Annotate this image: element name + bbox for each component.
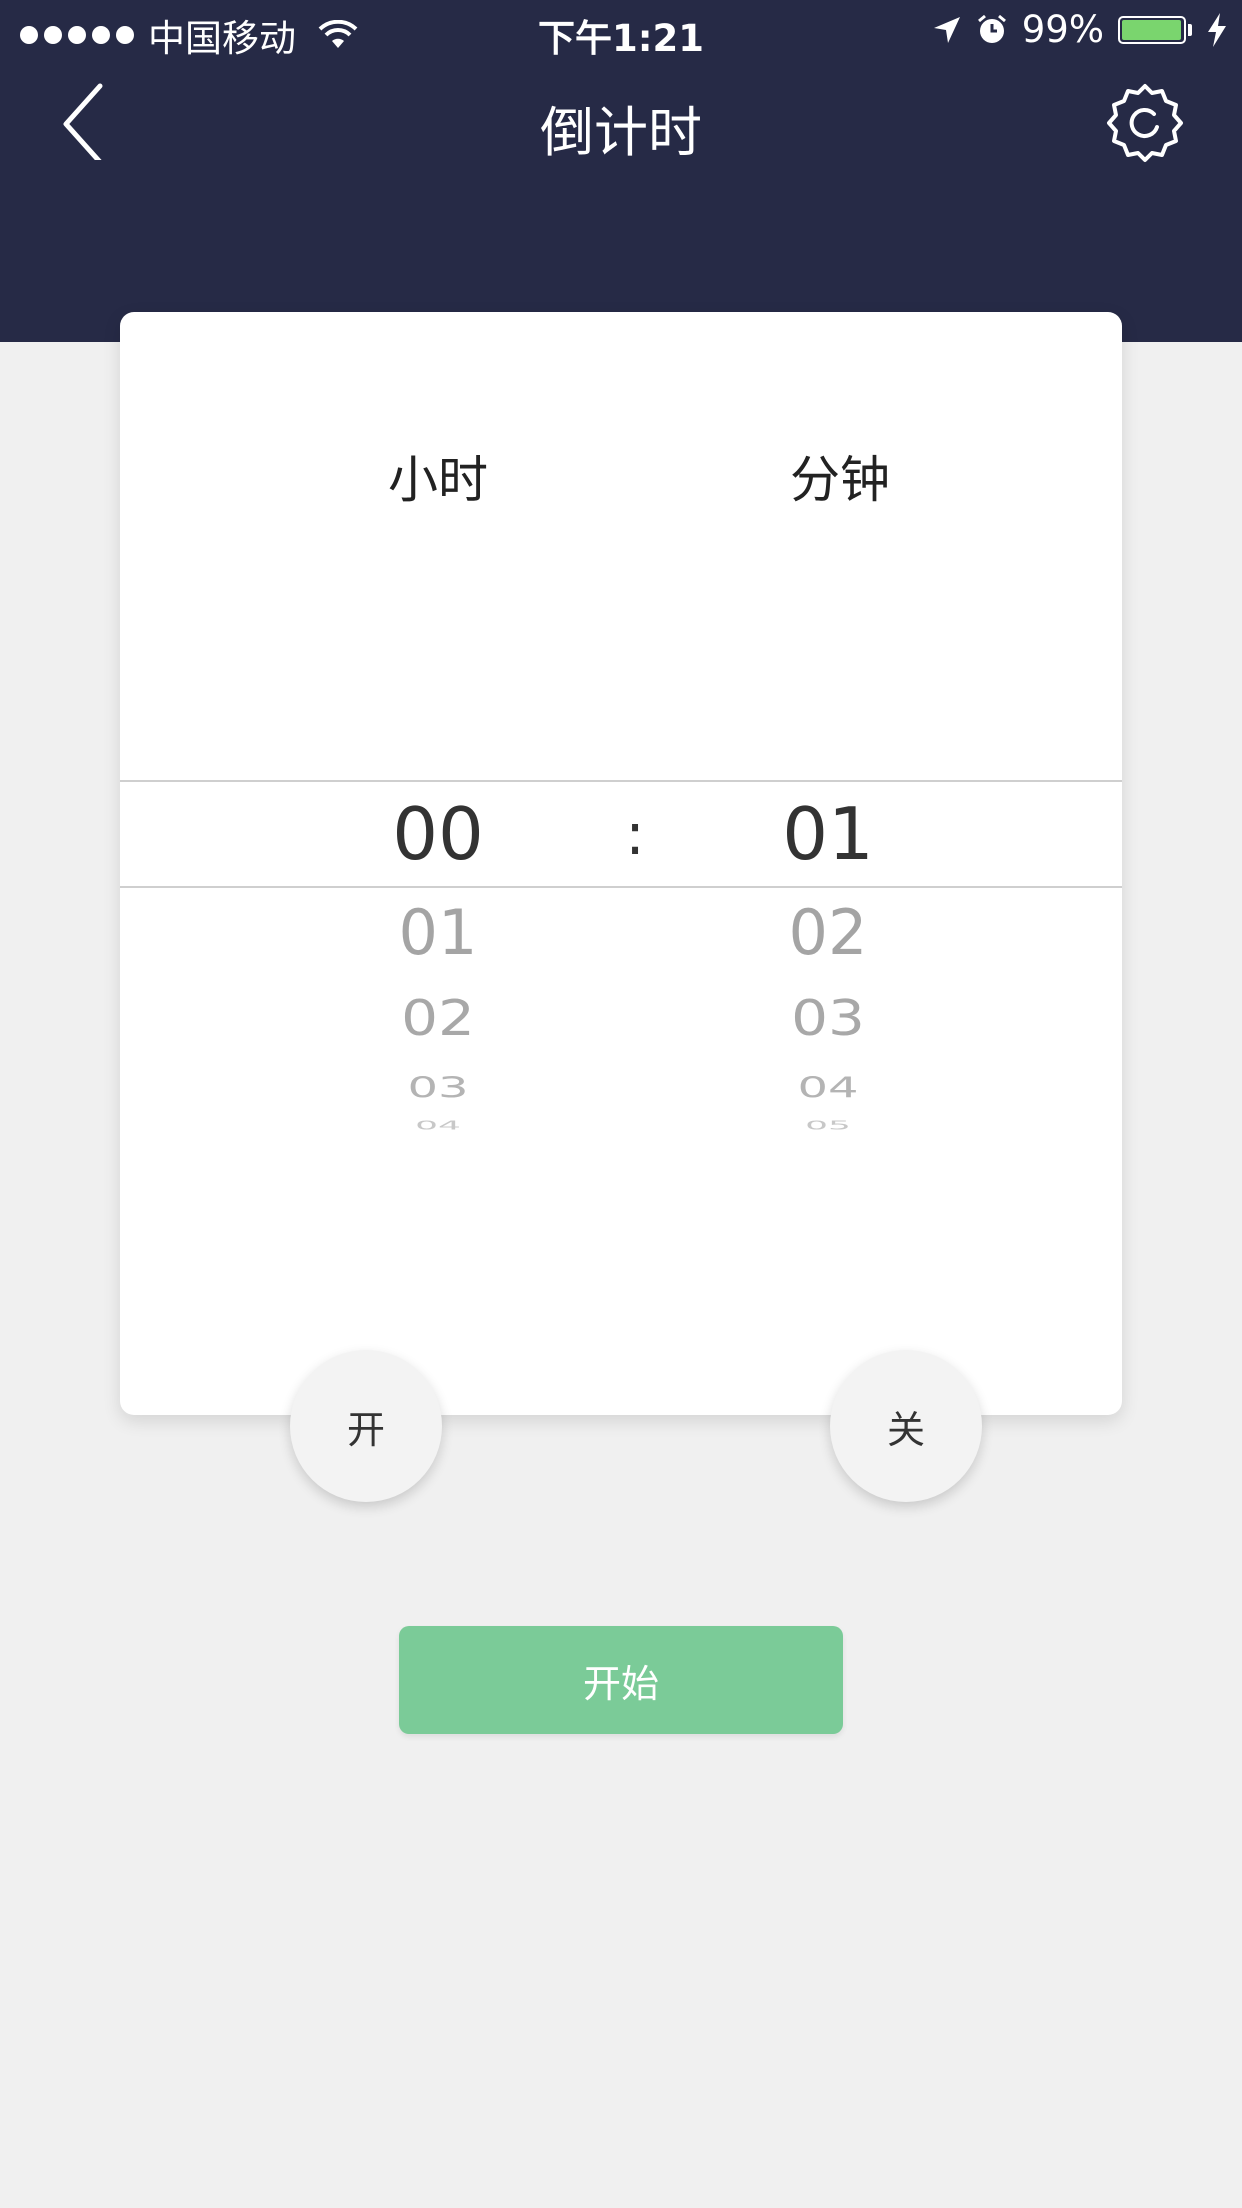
page-title: 倒计时 [540, 101, 702, 164]
battery-level-fill [1122, 19, 1182, 40]
on-button-label: 开 [346, 1407, 385, 1452]
location-arrow-icon [933, 16, 960, 43]
on-button[interactable]: 开 [290, 1350, 442, 1502]
battery-tip [1188, 23, 1192, 36]
off-button-label: 关 [886, 1407, 925, 1452]
battery-icon [1118, 15, 1186, 44]
minutes-option[interactable]: 05 [708, 1118, 948, 1132]
status-right: 99% [932, 8, 1228, 51]
alarm-icon [977, 14, 1006, 43]
hours-label: 小时 [388, 451, 488, 509]
minutes-option[interactable]: 04 [708, 1071, 948, 1105]
hours-selected-value[interactable]: 00 [318, 792, 558, 876]
hours-option[interactable]: 04 [318, 1118, 558, 1132]
start-button[interactable]: 开始 [399, 1626, 843, 1734]
time-separator: : [625, 800, 645, 868]
hours-option[interactable]: 01 [318, 896, 558, 969]
minutes-label: 分钟 [790, 451, 890, 509]
hours-option[interactable]: 02 [318, 989, 558, 1047]
minutes-option[interactable]: 02 [708, 896, 948, 969]
battery-percent: 99% [1021, 8, 1104, 51]
status-bar: 中国移动 下午1:21 99% [0, 0, 1242, 62]
hours-option[interactable]: 03 [318, 1071, 558, 1105]
minutes-selected-value[interactable]: 01 [708, 792, 948, 876]
settings-button[interactable] [1100, 80, 1190, 170]
minutes-option[interactable]: 03 [708, 989, 948, 1047]
gear-icon [1107, 84, 1183, 162]
off-button[interactable]: 关 [830, 1350, 982, 1502]
start-button-label: 开始 [582, 1661, 659, 1706]
charging-bolt-icon [1208, 12, 1226, 47]
